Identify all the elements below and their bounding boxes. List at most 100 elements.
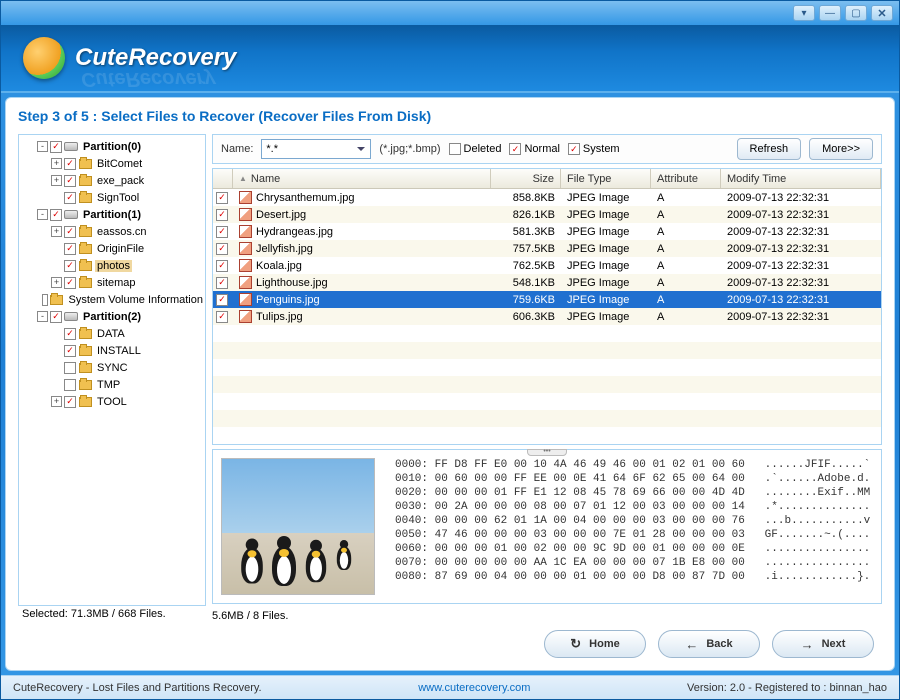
tree-folder[interactable]: +✓ sitemap <box>19 274 205 291</box>
file-name: Desert.jpg <box>256 209 306 221</box>
row-checkbox[interactable]: ✓ <box>216 260 228 272</box>
tree-label: SYNC <box>95 362 130 374</box>
tree-folder[interactable]: ✓INSTALL <box>19 342 205 359</box>
tree-folder[interactable]: +✓exe_pack <box>19 172 205 189</box>
file-name: Tulips.jpg <box>256 311 303 323</box>
column-size[interactable]: Size <box>491 169 561 188</box>
website-link[interactable]: www.cuterecovery.com <box>418 682 530 694</box>
tree-folder[interactable]: ✓SignTool <box>19 189 205 206</box>
tree-folder[interactable]: +✓TOOL <box>19 393 205 410</box>
folder-tree[interactable]: -✓Partition(0)+✓BitComet+✓exe_pack✓SignT… <box>18 134 206 606</box>
tree-checkbox[interactable]: ✓ <box>64 260 76 272</box>
tree-checkbox[interactable]: ✓ <box>64 345 76 357</box>
file-icon <box>239 208 252 221</box>
minimize-button[interactable]: — <box>819 5 841 21</box>
dropdown-button[interactable]: ▾ <box>793 5 815 21</box>
back-button[interactable]: ←Back <box>658 630 760 658</box>
row-checkbox[interactable]: ✓ <box>216 192 228 204</box>
table-row[interactable]: ✓Hydrangeas.jpg581.3KBJPEG ImageA2009-07… <box>213 223 881 240</box>
checkbox-icon: ✓ <box>509 143 521 155</box>
table-row[interactable]: ✓Chrysanthemum.jpg858.8KBJPEG ImageA2009… <box>213 189 881 206</box>
expand-toggle[interactable]: - <box>37 311 48 322</box>
expand-toggle[interactable]: + <box>51 277 62 288</box>
tree-checkbox[interactable]: ✓ <box>50 141 62 153</box>
tree-checkbox[interactable]: ✓ <box>64 277 76 289</box>
tree-label: sitemap <box>95 277 138 289</box>
checkbox-icon <box>449 143 461 155</box>
table-row <box>213 376 881 393</box>
home-button[interactable]: ↻Home <box>544 630 646 658</box>
tree-partition[interactable]: -✓Partition(2) <box>19 308 205 325</box>
folder-icon <box>78 243 92 255</box>
tree-folder[interactable]: TMP <box>19 376 205 393</box>
expand-toggle[interactable]: + <box>51 158 62 169</box>
tree-label: DATA <box>95 328 127 340</box>
name-filter-input[interactable] <box>261 139 371 159</box>
table-row[interactable]: ✓Desert.jpg826.1KBJPEG ImageA2009-07-13 … <box>213 206 881 223</box>
tree-checkbox[interactable]: ✓ <box>64 175 76 187</box>
tree-checkbox[interactable]: ✓ <box>64 158 76 170</box>
table-row[interactable]: ✓Koala.jpg762.5KBJPEG ImageA2009-07-13 2… <box>213 257 881 274</box>
tree-folder[interactable]: System Volume Information <box>19 291 205 308</box>
file-size: 759.6KB <box>491 294 561 306</box>
column-attribute[interactable]: Attribute <box>651 169 721 188</box>
row-checkbox[interactable]: ✓ <box>216 226 228 238</box>
maximize-button[interactable]: ▢ <box>845 5 867 21</box>
tree-checkbox[interactable] <box>42 294 49 306</box>
table-row[interactable]: ✓Penguins.jpg759.6KBJPEG ImageA2009-07-1… <box>213 291 881 308</box>
tree-checkbox[interactable]: ✓ <box>64 328 76 340</box>
step-title: Step 3 of 5 : Select Files to Recover (R… <box>18 108 882 124</box>
column-name[interactable]: ▲Name <box>233 169 491 188</box>
file-type: JPEG Image <box>561 226 651 238</box>
folder-icon <box>78 175 92 187</box>
folder-icon <box>50 294 63 306</box>
column-modify-time[interactable]: Modify Time <box>721 169 881 188</box>
tree-folder[interactable]: ✓OriginFile <box>19 240 205 257</box>
preview-splitter-handle[interactable]: ••• <box>527 449 567 456</box>
more-button[interactable]: More>> <box>809 138 873 160</box>
table-body[interactable]: ✓Chrysanthemum.jpg858.8KBJPEG ImageA2009… <box>213 189 881 444</box>
system-checkbox[interactable]: ✓ System <box>568 143 620 155</box>
tree-checkbox[interactable]: ✓ <box>50 209 62 221</box>
tree-folder[interactable]: +✓eassos.cn <box>19 223 205 240</box>
table-row[interactable]: ✓Tulips.jpg606.3KBJPEG ImageA2009-07-13 … <box>213 308 881 325</box>
table-row[interactable]: ✓Lighthouse.jpg548.1KBJPEG ImageA2009-07… <box>213 274 881 291</box>
row-checkbox[interactable]: ✓ <box>216 277 228 289</box>
tree-checkbox[interactable]: ✓ <box>64 192 76 204</box>
file-name: Lighthouse.jpg <box>256 277 328 289</box>
row-checkbox[interactable]: ✓ <box>216 294 228 306</box>
deleted-checkbox[interactable]: Deleted <box>449 143 502 155</box>
expand-toggle[interactable]: + <box>51 226 62 237</box>
tree-folder[interactable]: ✓photos <box>19 257 205 274</box>
row-checkbox[interactable]: ✓ <box>216 311 228 323</box>
tree-checkbox[interactable]: ✓ <box>64 396 76 408</box>
tree-checkbox[interactable] <box>64 379 76 391</box>
tree-checkbox[interactable]: ✓ <box>64 226 76 238</box>
tree-folder[interactable]: +✓BitComet <box>19 155 205 172</box>
next-button[interactable]: →Next <box>772 630 874 658</box>
tree-checkbox[interactable]: ✓ <box>64 243 76 255</box>
expand-toggle[interactable]: + <box>51 396 62 407</box>
tree-partition[interactable]: -✓Partition(1) <box>19 206 205 223</box>
table-header: ▲Name Size File Type Attribute Modify Ti… <box>213 169 881 189</box>
normal-label: Normal <box>524 143 559 155</box>
tree-folder[interactable]: SYNC <box>19 359 205 376</box>
refresh-button[interactable]: Refresh <box>737 138 802 160</box>
tree-partition[interactable]: -✓Partition(0) <box>19 138 205 155</box>
close-button[interactable]: ✕ <box>871 5 893 21</box>
row-checkbox[interactable]: ✓ <box>216 243 228 255</box>
table-row[interactable]: ✓Jellyfish.jpg757.5KBJPEG ImageA2009-07-… <box>213 240 881 257</box>
preview-pane: ••• 0000: FF D8 FF E0 00 10 4A 46 49 46 … <box>212 449 882 604</box>
preview-thumbnail <box>213 450 383 603</box>
expand-toggle[interactable]: - <box>37 141 48 152</box>
tree-folder[interactable]: ✓ DATA <box>19 325 205 342</box>
expand-toggle[interactable]: - <box>37 209 48 220</box>
column-type[interactable]: File Type <box>561 169 651 188</box>
tree-checkbox[interactable]: ✓ <box>50 311 62 323</box>
tree-checkbox[interactable] <box>64 362 76 374</box>
normal-checkbox[interactable]: ✓ Normal <box>509 143 559 155</box>
column-check[interactable] <box>213 169 233 188</box>
table-row <box>213 410 881 427</box>
expand-toggle[interactable]: + <box>51 175 62 186</box>
row-checkbox[interactable]: ✓ <box>216 209 228 221</box>
